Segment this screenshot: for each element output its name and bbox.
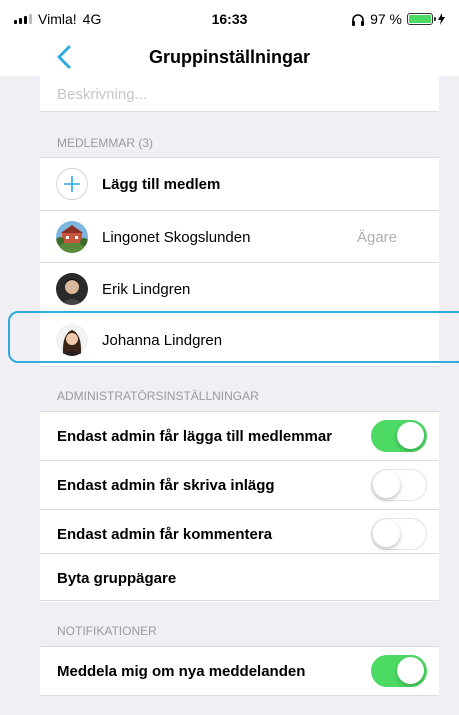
members-section-header: MEDLEMMAR (3)	[57, 136, 154, 150]
chevron-left-icon	[57, 45, 71, 69]
status-right: 97 %	[295, 11, 445, 27]
member-name: Lingonet Skogslunden	[102, 228, 251, 246]
setting-label: Endast admin får lägga till medlemmar	[57, 427, 333, 445]
member-name: Erik Lindgren	[102, 280, 191, 298]
change-owner-label: Byta gruppägare	[57, 569, 177, 587]
avatar	[56, 273, 88, 305]
add-member-label: Lägg till medlem	[102, 175, 221, 193]
divider	[40, 366, 439, 367]
description-placeholder: Beskrivning...	[57, 85, 148, 103]
notifications-section-header: NOTIFIKATIONER	[57, 624, 157, 638]
divider	[40, 695, 439, 696]
change-owner-button[interactable]: Byta gruppägare	[40, 554, 439, 602]
status-left: Vimla! 4G	[14, 11, 164, 27]
setting-row-admin-add-members: Endast admin får lägga till medlemmar	[40, 412, 439, 460]
status-bar: Vimla! 4G 16:33 97 %	[0, 0, 459, 38]
network-label: 4G	[82, 11, 102, 27]
divider	[40, 600, 439, 601]
member-row-lingonet[interactable]: Lingonet Skogslunden Ägare	[40, 211, 439, 263]
status-time: 16:33	[211, 11, 248, 27]
avatar	[56, 221, 88, 253]
setting-row-admin-write-posts: Endast admin får skriva inlägg	[40, 461, 439, 509]
page-title: Gruppinställningar	[148, 46, 310, 67]
setting-row-admin-comment: Endast admin får kommentera	[40, 510, 439, 558]
setting-label: Endast admin får kommentera	[57, 525, 273, 543]
toggle-admin-write-posts[interactable]	[371, 469, 427, 501]
member-name: Johanna Lindgren	[102, 331, 223, 349]
battery-percent: 97 %	[370, 11, 402, 27]
setting-label: Endast admin får skriva inlägg	[57, 476, 275, 494]
toggle-admin-add-members[interactable]	[371, 420, 427, 452]
carrier-label: Vimla!	[38, 11, 77, 27]
divider	[40, 111, 439, 112]
headphones-icon	[352, 13, 365, 26]
setting-row-notify-messages: Meddela mig om nya meddelanden	[40, 647, 439, 695]
back-button[interactable]	[50, 40, 78, 74]
description-field[interactable]: Beskrivning...	[40, 76, 439, 112]
add-icon	[56, 168, 88, 200]
nav-bar: Gruppinställningar	[0, 38, 459, 76]
toggle-notify-messages[interactable]	[371, 655, 427, 687]
member-role-badge: Ägare	[356, 228, 397, 246]
signal-strength-icon	[14, 14, 32, 24]
toggle-admin-comment[interactable]	[371, 518, 427, 550]
avatar	[56, 324, 88, 356]
charging-bolt-icon	[438, 13, 445, 25]
member-row-erik[interactable]: Erik Lindgren	[40, 263, 439, 315]
member-row-johanna[interactable]: Johanna Lindgren	[40, 314, 439, 366]
add-member-button[interactable]: Lägg till medlem	[40, 158, 439, 210]
admin-section-header: ADMINISTRATÖRSINSTÄLLNINGAR	[57, 389, 259, 403]
setting-label: Meddela mig om nya meddelanden	[57, 662, 306, 680]
battery-icon	[407, 13, 436, 25]
